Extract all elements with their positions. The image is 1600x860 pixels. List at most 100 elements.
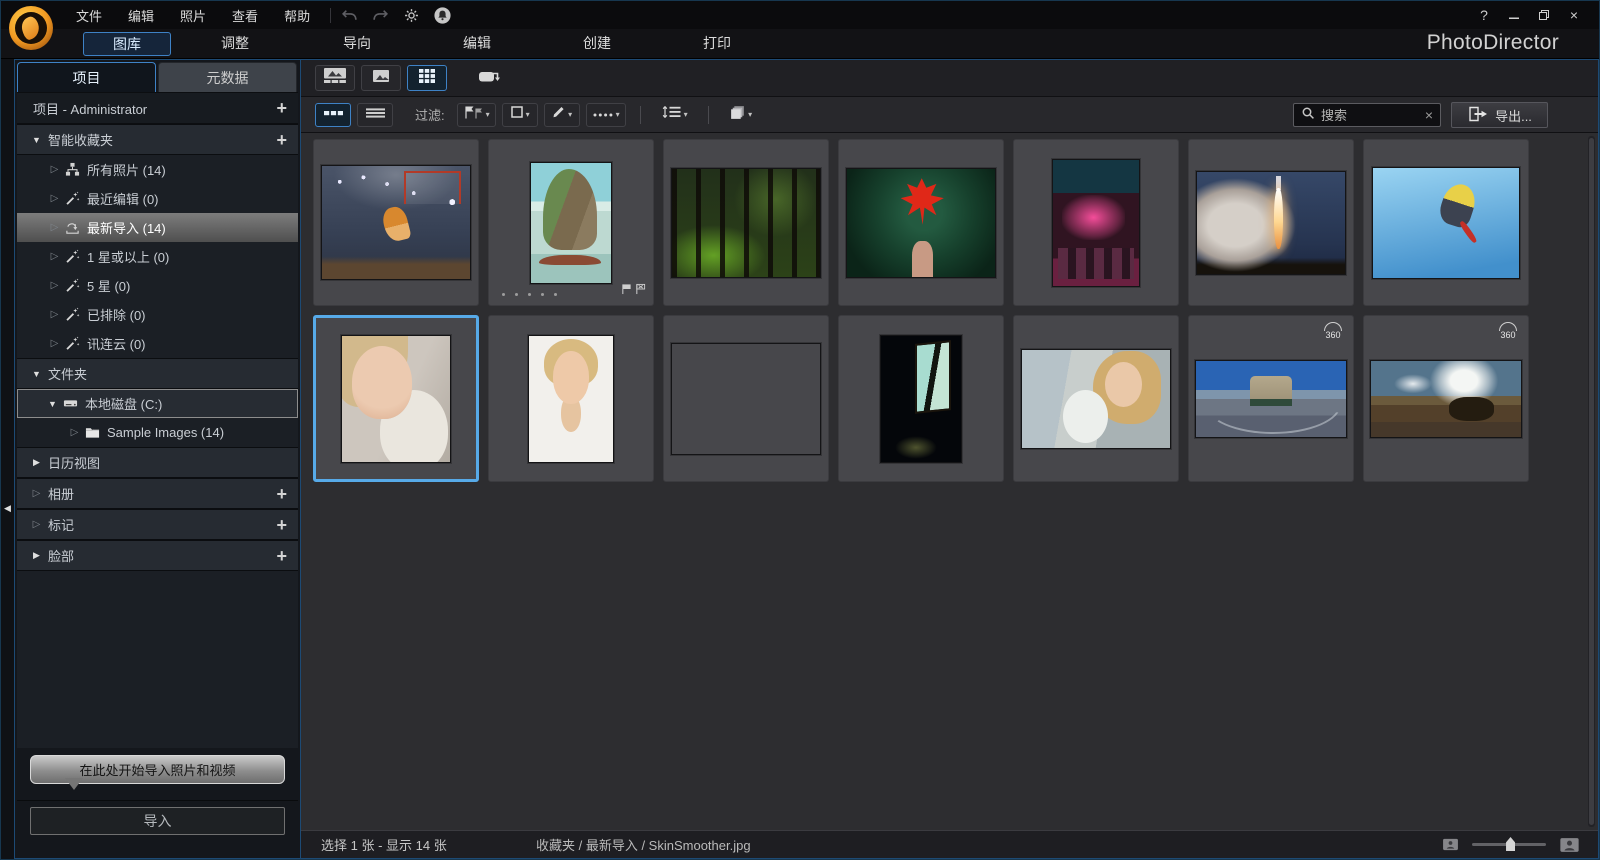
tree-item-all-photos[interactable]: ▷所有照片 (14) — [17, 155, 298, 184]
add-button[interactable]: + — [276, 516, 287, 534]
photo-cell-woman-outdoor-portrait[interactable] — [1013, 315, 1179, 482]
import-button[interactable]: 导入 — [30, 807, 285, 835]
tab-print[interactable]: 打印 — [673, 32, 761, 56]
expander-icon[interactable]: ▷ — [47, 222, 62, 233]
tree-item-five-star[interactable]: ▷5 星 (0) — [17, 271, 298, 300]
thumbnail-size-slider[interactable] — [1472, 843, 1546, 846]
view-single-photo-button[interactable] — [361, 65, 401, 91]
export-button[interactable]: 导出... — [1451, 102, 1548, 128]
close-button[interactable]: × — [1561, 5, 1587, 25]
small-thumbnail-icon[interactable] — [1442, 838, 1459, 851]
expander-icon[interactable]: ▼ — [29, 135, 44, 145]
flag-controls — [621, 282, 646, 300]
tab-guided[interactable]: 导向 — [313, 32, 401, 56]
photo-cell-neon-crepe-cafe-sign[interactable] — [1013, 139, 1179, 306]
notification-bell-icon[interactable] — [433, 6, 451, 24]
rating-dots[interactable] — [502, 293, 557, 296]
gear-icon[interactable] — [402, 6, 420, 24]
photo-cell-dark-church-window-light[interactable] — [838, 315, 1004, 482]
tree-item-local-disk-c[interactable]: ▼本地磁盘 (C:) — [17, 389, 298, 418]
menu-help[interactable]: 帮助 — [273, 3, 321, 28]
add-button[interactable]: + — [276, 547, 287, 565]
expander-icon[interactable]: ▷ — [47, 309, 62, 320]
photo-cell-sunlit-forest[interactable] — [663, 139, 829, 306]
expander-icon[interactable]: ▶ — [29, 457, 44, 468]
sort-button[interactable]: ▾ — [655, 103, 694, 127]
photo-cell-laughing-woman[interactable] — [488, 315, 654, 482]
photo-cell-360-trail-panorama[interactable]: 360 — [1363, 315, 1529, 482]
app-title: PhotoDirector — [1427, 29, 1559, 59]
reject-flag-icon[interactable] — [635, 282, 646, 300]
photo-cell-rocket-launch[interactable] — [1188, 139, 1354, 306]
expander-icon[interactable]: ▷ — [47, 280, 62, 291]
tree-item-one-star-or-more[interactable]: ▷1 星或以上 (0) — [17, 242, 298, 271]
expander-icon[interactable]: ▷ — [47, 338, 62, 349]
list-view-button[interactable] — [357, 103, 393, 127]
tab-edit[interactable]: 编辑 — [433, 32, 521, 56]
add-button[interactable]: + — [276, 99, 287, 117]
expander-icon[interactable]: ▷ — [29, 519, 44, 530]
add-button[interactable]: + — [276, 131, 287, 149]
tree-item-folders[interactable]: ▼文件夹 — [17, 358, 298, 389]
expander-icon[interactable]: ▼ — [29, 369, 44, 379]
label-filter-button[interactable]: ▾ — [502, 103, 538, 127]
stack-button[interactable]: ▾ — [723, 103, 759, 127]
tree-item-faces[interactable]: ▶脸部+ — [17, 540, 298, 571]
tree-item-smart-collections[interactable]: ▼智能收藏夹+ — [17, 124, 298, 155]
expander-icon[interactable]: ▷ — [29, 488, 44, 499]
photo-cell-skateboarder-jump[interactable] — [1363, 139, 1529, 306]
tab-create[interactable]: 创建 — [553, 32, 641, 56]
expander-icon[interactable]: ▷ — [47, 251, 62, 262]
tree-item-calendar-view[interactable]: ▶日历视图 — [17, 447, 298, 478]
sidebar-collapse-arrow[interactable]: ◀ — [1, 496, 14, 520]
scrollbar-thumb[interactable] — [1589, 138, 1594, 825]
tab-project[interactable]: 项目 — [17, 62, 156, 92]
tab-library[interactable]: 图库 — [83, 32, 171, 56]
add-button[interactable]: + — [276, 485, 287, 503]
flag-icon[interactable] — [621, 282, 632, 300]
menu-photo[interactable]: 照片 — [169, 3, 217, 28]
tree-item-sample-images[interactable]: ▷Sample Images (14) — [17, 418, 298, 447]
flag-filter-button[interactable]: ▾ — [457, 103, 496, 127]
tree-item-latest-import[interactable]: ▷最新导入 (14) — [17, 213, 298, 242]
menu-edit[interactable]: 编辑 — [117, 3, 165, 28]
search-input[interactable] — [1321, 108, 1419, 123]
redo-icon[interactable] — [371, 6, 389, 24]
expander-icon[interactable]: ▶ — [29, 550, 44, 561]
view-grid-button[interactable] — [407, 65, 447, 91]
clear-search-icon[interactable]: × — [1425, 108, 1433, 122]
expander-icon[interactable]: ▼ — [45, 399, 60, 409]
photo-cell-360-city-panorama[interactable]: 360 — [1188, 315, 1354, 482]
restore-button[interactable] — [1531, 5, 1557, 25]
view-thumbnail-filmstrip-button[interactable] — [315, 65, 355, 91]
tab-adjust[interactable]: 调整 — [191, 32, 279, 56]
expander-icon[interactable]: ▷ — [67, 427, 82, 438]
minimize-button[interactable] — [1501, 5, 1527, 25]
photo-cell-basketball-dunk-arena[interactable] — [313, 139, 479, 306]
edited-filter-button[interactable]: ▾ — [544, 103, 580, 127]
tree-item-project-header[interactable]: 项目 - Administrator+ — [17, 93, 298, 124]
help-button[interactable]: ? — [1471, 5, 1497, 25]
photo-cell-red-maple-leaf-on-hand[interactable] — [838, 139, 1004, 306]
expander-icon[interactable]: ▷ — [47, 164, 62, 175]
large-thumbnail-icon[interactable] — [1559, 837, 1580, 853]
menu-file[interactable]: 文件 — [65, 3, 113, 28]
photo-cell-island-rock-with-boat[interactable] — [488, 139, 654, 306]
mirror-mode-button[interactable] — [469, 65, 509, 91]
tree-item-excluded[interactable]: ▷已排除 (0) — [17, 300, 298, 329]
slider-handle[interactable] — [1506, 837, 1515, 851]
photo-cell-smiling-woman-white-sweater[interactable] — [313, 315, 479, 482]
tree-item-cyberlink-cloud[interactable]: ▷讯连云 (0) — [17, 329, 298, 358]
menu-view[interactable]: 查看 — [221, 3, 269, 28]
grid-scrollbar[interactable] — [1588, 136, 1595, 827]
undo-icon[interactable] — [340, 6, 358, 24]
tree-item-albums[interactable]: ▷相册+ — [17, 478, 298, 509]
rating-filter-button[interactable]: ▾ — [586, 103, 626, 127]
thumbnail-size-small-button[interactable] — [315, 103, 351, 127]
app-logo-icon[interactable] — [9, 6, 53, 50]
expander-icon[interactable]: ▷ — [47, 193, 62, 204]
photo-cell-ocean-wave-barrel[interactable] — [663, 315, 829, 482]
tab-metadata[interactable]: 元数据 — [158, 62, 297, 92]
tree-item-recently-edited[interactable]: ▷最近编辑 (0) — [17, 184, 298, 213]
tree-item-tags[interactable]: ▷标记+ — [17, 509, 298, 540]
